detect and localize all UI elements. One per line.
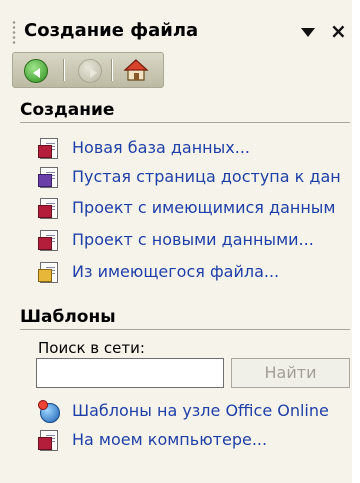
back-icon xyxy=(24,59,48,83)
task-pane: Создание файла × Создание Новая база дан… xyxy=(0,0,360,483)
templates-item-label: На моем компьютере... xyxy=(72,430,268,449)
project-new-data-icon xyxy=(38,229,60,251)
back-button[interactable] xyxy=(22,57,48,83)
search-online-label: Поиск в сети: xyxy=(38,339,145,357)
task-pane-title: Создание файла xyxy=(24,20,199,41)
office-online-globe-icon xyxy=(38,400,60,423)
task-pane-titlebar: Создание файла × xyxy=(0,14,360,52)
create-item-label: Пустая страница доступа к дан xyxy=(72,167,341,186)
home-button[interactable] xyxy=(123,57,149,83)
project-existing-data-icon xyxy=(38,197,60,219)
templates-section-heading: Шаблоны xyxy=(20,307,116,327)
database-file-icon xyxy=(38,137,60,159)
close-icon[interactable]: × xyxy=(330,19,347,43)
toolbar-separator xyxy=(63,59,65,81)
navigation-toolbar xyxy=(12,52,164,88)
create-item-label: Из имеющегося файла... xyxy=(72,262,280,281)
toolbar-separator xyxy=(111,59,113,81)
pane-menu-dropdown-icon[interactable] xyxy=(301,28,315,37)
drag-grip[interactable] xyxy=(12,20,16,46)
forward-button[interactable] xyxy=(76,57,102,83)
create-item-label: Проект с новыми данными... xyxy=(72,230,314,249)
section-divider xyxy=(20,329,350,330)
create-section-heading: Создание xyxy=(20,100,115,120)
section-divider xyxy=(20,122,350,123)
pane-right-edge xyxy=(352,0,360,483)
my-computer-templates-icon xyxy=(38,429,60,451)
create-item-label: Проект с имеющимися данным xyxy=(72,198,336,217)
create-item-label: Новая база данных... xyxy=(72,138,250,157)
search-button[interactable]: Найти xyxy=(231,358,350,388)
access-page-icon xyxy=(38,166,60,188)
existing-file-icon xyxy=(38,261,60,283)
search-online-input[interactable] xyxy=(36,358,224,388)
forward-icon xyxy=(78,59,102,83)
home-icon xyxy=(123,59,149,81)
templates-item-label: Шаблоны на узле Office Online xyxy=(72,401,329,420)
